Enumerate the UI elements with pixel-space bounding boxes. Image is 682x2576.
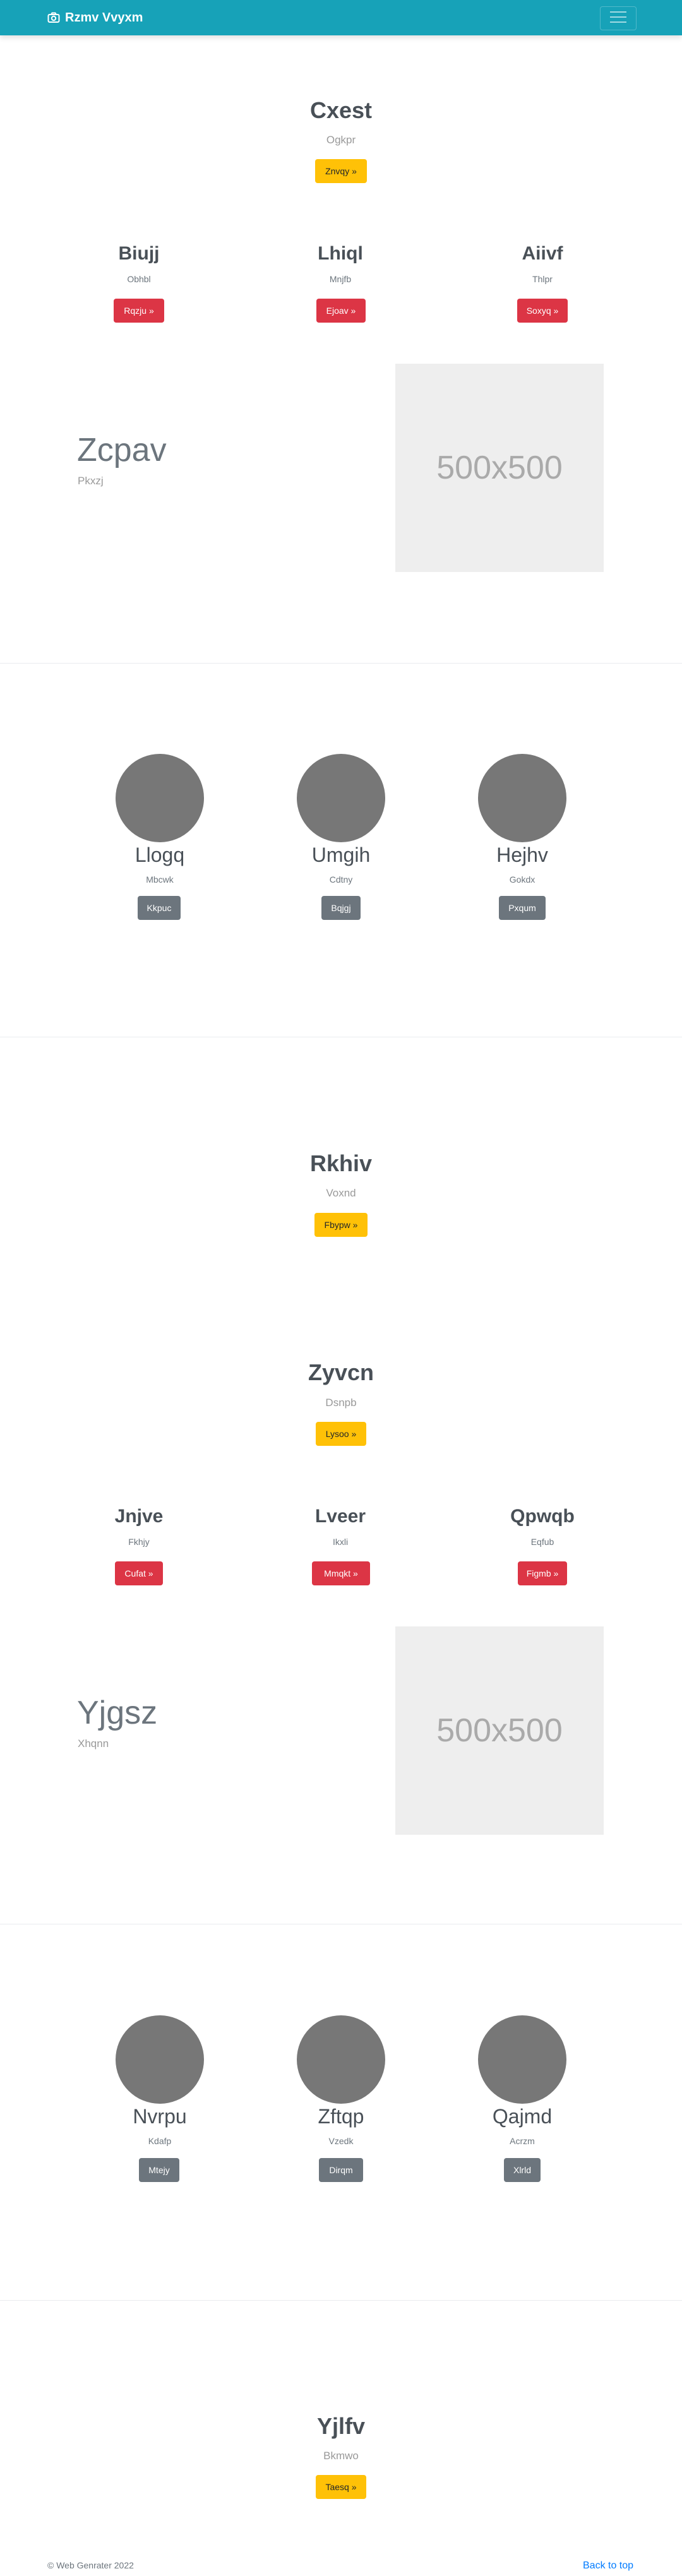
team-member-button[interactable]: Xlrld <box>504 2158 541 2182</box>
placeholder-image: 500x500 <box>395 1626 604 1835</box>
column-button[interactable]: Rqzju » <box>114 299 164 323</box>
navbar: Rzmv Vvyxm <box>0 0 682 35</box>
column-subtitle: Fkhjy <box>128 1537 150 1547</box>
brand-name: Rzmv Vvyxm <box>65 10 143 25</box>
avatar <box>297 754 385 842</box>
column-title: Biujj <box>118 243 160 264</box>
column-title: Aiivf <box>522 243 563 264</box>
camera-icon <box>47 12 60 23</box>
column-subtitle: Eqfub <box>530 1537 554 1547</box>
avatar <box>116 754 204 842</box>
feature-subtitle: Xhqnn <box>78 1738 109 1750</box>
hero-subtitle: Bkmwo <box>323 2450 359 2462</box>
team-member-button[interactable]: Kkpuc <box>138 896 181 920</box>
team-member-button[interactable]: Mtejy <box>139 2158 179 2182</box>
column-title: Lveer <box>314 1506 366 1527</box>
column-subtitle: Ikxli <box>332 1537 349 1547</box>
team-member-name: Qajmd <box>492 2105 553 2128</box>
avatar <box>297 2015 385 2104</box>
hero-title: Rkhiv <box>309 1150 373 1176</box>
avatar <box>478 754 566 842</box>
placeholder-image: 500x500 <box>395 364 604 572</box>
section-divider <box>0 2300 682 2301</box>
team-member-button[interactable]: Bqjgj <box>321 896 361 920</box>
team-member-subtitle: Acrzm <box>510 2136 535 2146</box>
menu-icon <box>609 10 628 27</box>
hero-subtitle: Dsnpb <box>325 1397 357 1409</box>
column-button[interactable]: Ejoav » <box>316 299 366 323</box>
team-member-subtitle: Gokdx <box>509 874 535 885</box>
column-subtitle: Mnjfb <box>329 274 352 284</box>
navbar-toggler-button[interactable] <box>600 6 637 30</box>
hero-title: Cxest <box>309 97 373 123</box>
feature-title: Yjgsz <box>77 1695 158 1731</box>
navbar-brand[interactable]: Rzmv Vvyxm <box>47 0 143 35</box>
footer-copyright: © Web Genrater 2022 <box>47 2560 134 2570</box>
column-button[interactable]: Mmqkt » <box>312 1561 370 1585</box>
column-subtitle: Thlpr <box>532 274 553 284</box>
hero-subtitle: Ogkpr <box>326 134 356 146</box>
column-title: Qpwqb <box>510 1506 575 1527</box>
team-member-name: Hejhv <box>496 844 548 866</box>
section-divider <box>0 663 682 664</box>
hero-title: Zyvcn <box>308 1359 374 1385</box>
column-title: Jnjve <box>114 1506 164 1527</box>
feature-title: Zcpav <box>77 432 167 468</box>
feature-subtitle: Pkxzj <box>78 475 104 487</box>
avatar <box>116 2015 204 2104</box>
team-member-button[interactable]: Pxqum <box>499 896 546 920</box>
hero-button[interactable]: Fbypw » <box>314 1213 368 1237</box>
hero-title: Yjlfv <box>316 2413 366 2439</box>
hero-button[interactable]: Lysoo » <box>316 1422 366 1446</box>
column-button[interactable]: Soxyq » <box>517 299 568 323</box>
avatar <box>478 2015 566 2104</box>
back-to-top-link[interactable]: Back to top <box>583 2560 633 2572</box>
team-member-button[interactable]: Dirqm <box>319 2158 363 2182</box>
hero-subtitle: Voxnd <box>326 1187 356 1199</box>
column-title: Lhiql <box>318 243 363 264</box>
column-button[interactable]: Figmb » <box>518 1561 567 1585</box>
hero-button[interactable]: Znvqy » <box>315 159 367 183</box>
column-subtitle: Obhbl <box>127 274 151 284</box>
column-button[interactable]: Cufat » <box>115 1561 163 1585</box>
hero-button[interactable]: Taesq » <box>316 2475 366 2499</box>
